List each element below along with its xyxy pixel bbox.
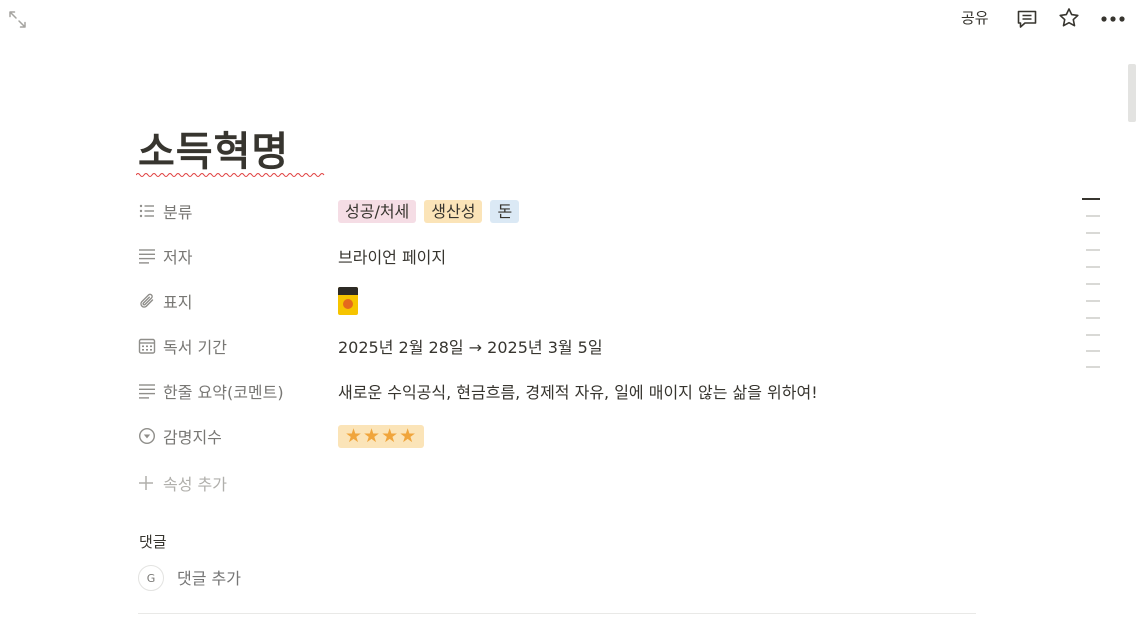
scrollbar-thumb[interactable] — [1128, 64, 1136, 122]
tag[interactable]: 성공/처세 — [338, 199, 417, 223]
property-impression-score: 감명지수 ★★★★ — [138, 422, 958, 450]
plus-icon — [139, 476, 153, 490]
property-value[interactable]: 성공/처세 생산성 돈 — [338, 197, 527, 225]
property-label[interactable]: 분류 — [138, 197, 192, 225]
property-cover: 표지 — [138, 287, 958, 315]
text-lines-icon — [139, 384, 155, 399]
text-lines-icon — [139, 249, 155, 264]
toc-item[interactable] — [1086, 317, 1100, 319]
toc-item[interactable] — [1082, 198, 1100, 200]
more-icon[interactable] — [1099, 7, 1127, 31]
paperclip-icon — [140, 293, 154, 308]
toc-item[interactable] — [1086, 249, 1100, 251]
comment-input[interactable] — [177, 568, 477, 588]
expand-icon[interactable] — [8, 10, 28, 30]
calendar-icon — [138, 338, 156, 354]
property-name: 표지 — [163, 293, 193, 312]
cover-graphic — [343, 299, 353, 309]
comment-composer: G — [138, 565, 477, 591]
star-rating[interactable]: ★★★★ — [338, 424, 425, 448]
select-icon — [138, 427, 156, 445]
property-value[interactable]: 2025년 2월 28일 → 2025년 3월 5일 — [338, 332, 603, 360]
list-icon — [139, 204, 154, 218]
property-reading-period: 독서 기간 2025년 2월 28일 → 2025년 3월 5일 — [138, 332, 958, 360]
property-name: 분류 — [163, 203, 193, 222]
comments-heading: 댓글 — [139, 533, 167, 551]
property-author: 저자 브라이언 페이지 — [138, 242, 958, 270]
avatar: G — [138, 565, 164, 591]
toc-item[interactable] — [1086, 350, 1100, 352]
share-button[interactable]: 공유 — [961, 8, 989, 28]
top-bar: 공유 — [0, 0, 1137, 40]
property-value[interactable] — [338, 287, 358, 315]
property-value[interactable]: ★★★★ — [338, 422, 425, 450]
cover-title-band — [338, 287, 358, 295]
star-icon[interactable] — [1057, 6, 1081, 30]
comment-icon[interactable] — [1015, 7, 1039, 31]
property-name: 독서 기간 — [163, 338, 227, 357]
property-name: 감명지수 — [163, 428, 222, 447]
property-name: 저자 — [163, 248, 193, 267]
property-label[interactable]: 저자 — [138, 242, 192, 270]
divider — [138, 613, 976, 614]
spellcheck-underline — [136, 173, 325, 177]
tag[interactable]: 돈 — [490, 199, 520, 223]
property-label[interactable]: 독서 기간 — [138, 332, 227, 360]
toc-item[interactable] — [1086, 215, 1100, 217]
property-category: 분류 성공/처세 생산성 돈 — [138, 197, 958, 225]
tag[interactable]: 생산성 — [424, 199, 483, 223]
toc-item[interactable] — [1086, 232, 1100, 234]
toc-item[interactable] — [1086, 283, 1100, 285]
toc-item[interactable] — [1086, 300, 1100, 302]
toc-item[interactable] — [1086, 266, 1100, 268]
book-cover-thumbnail[interactable] — [338, 287, 358, 315]
toc-item[interactable] — [1086, 334, 1100, 336]
property-value[interactable]: 새로운 수익공식, 현금흐름, 경제적 자유, 일에 매이지 않는 삶을 위하여… — [338, 377, 818, 405]
property-summary: 한줄 요약(코멘트) 새로운 수익공식, 현금흐름, 경제적 자유, 일에 매이… — [138, 377, 958, 405]
property-label[interactable]: 표지 — [138, 287, 192, 315]
scrollbar[interactable] — [1127, 64, 1137, 632]
property-name: 한줄 요약(코멘트) — [163, 383, 284, 402]
property-label[interactable]: 한줄 요약(코멘트) — [138, 377, 284, 405]
toc-item[interactable] — [1086, 366, 1100, 368]
add-property-button[interactable]: 속성 추가 — [138, 471, 227, 495]
property-label[interactable]: 감명지수 — [138, 422, 222, 450]
add-property-label: 속성 추가 — [163, 475, 227, 494]
property-value[interactable]: 브라이언 페이지 — [338, 242, 446, 270]
